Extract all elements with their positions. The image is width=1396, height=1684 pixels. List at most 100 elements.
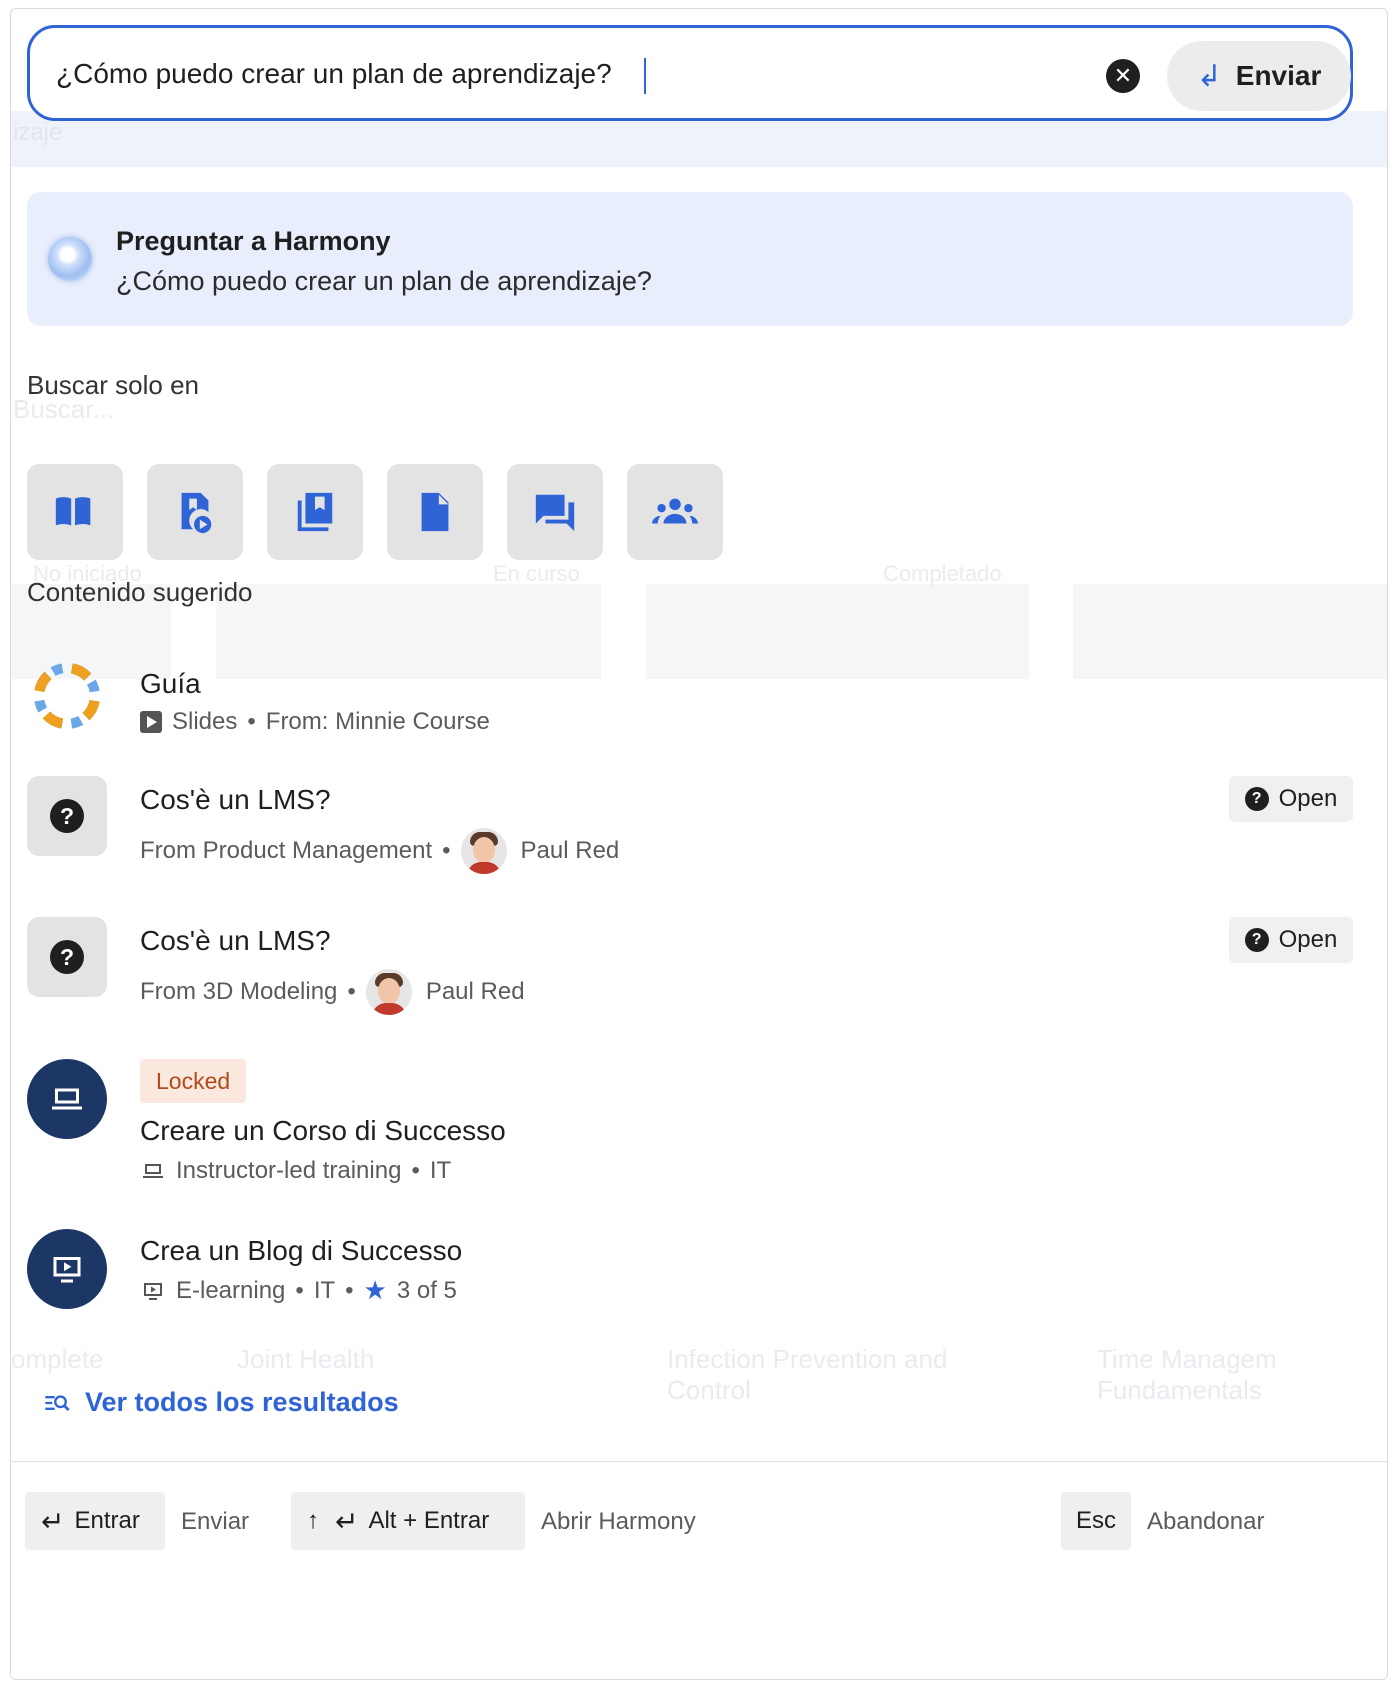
item-type: Instructor-led training (176, 1157, 402, 1184)
filter-library-button[interactable] (267, 464, 363, 560)
clear-search-button[interactable]: ✕ (1106, 59, 1140, 93)
item-source: From 3D Modeling (140, 978, 338, 1005)
item-language: IT (429, 1157, 452, 1184)
filter-bar (27, 464, 723, 560)
suggested-section-label: Contenido sugerido (27, 577, 253, 607)
background-title: izaje (13, 119, 63, 146)
search-list-icon (45, 1394, 70, 1411)
item-meta: Instructor-led training • IT (140, 1157, 451, 1185)
laptop-icon (52, 1088, 82, 1110)
background-card-title: Joint Health (237, 1344, 375, 1374)
arrow-up-icon: ↑ (307, 1507, 319, 1534)
item-author: Paul Red (520, 837, 620, 864)
ask-harmony-query: ¿Cómo puedo crear un plan de aprendizaje… (116, 266, 652, 296)
list-item[interactable]: Guía Slides • From: Minnie Course (27, 656, 1353, 736)
item-meta: Slides • From: Minnie Course (140, 708, 490, 736)
alt-enter-hint-label: Abrir Harmony (541, 1508, 696, 1535)
list-item[interactable]: Locked Creare un Corso di Successo Instr… (27, 1059, 1353, 1189)
separator: • (345, 1276, 354, 1304)
item-meta: E-learning • IT • ★ 3 of 5 (140, 1275, 457, 1306)
item-language: IT (313, 1276, 336, 1304)
alt-enter-key-hint: ↑ ↵ Alt + Entrar (291, 1492, 525, 1550)
question-icon: ? (50, 940, 84, 974)
video-file-icon (181, 492, 212, 534)
list-item[interactable]: Crea un Blog di Successo E-learning • IT… (27, 1229, 1353, 1309)
locked-badge: Locked (140, 1059, 247, 1103)
alt-enter-key-label: Alt + Entrar (368, 1507, 490, 1534)
separator: • (347, 978, 356, 1005)
question-icon: ? (1244, 928, 1269, 952)
see-all-label: Ver todos los resultados (85, 1387, 399, 1417)
search-bar: ✕ ↲ Enviar (27, 25, 1353, 121)
item-source: From Product Management (140, 837, 433, 864)
search-input[interactable] (54, 46, 1058, 102)
filter-courses-button[interactable] (27, 464, 123, 560)
item-title: Creare un Corso di Successo (140, 1115, 506, 1146)
puzzle-ring-thumbnail (27, 656, 107, 736)
item-rating: 3 of 5 (396, 1276, 457, 1304)
send-button[interactable]: ↲ Enviar (1167, 41, 1351, 111)
list-item[interactable]: ? Cos'è un LMS? From 3D Modeling • Paul … (27, 917, 1353, 1015)
item-title: Cos'è un LMS? (140, 925, 331, 956)
esc-key-label: Esc (1075, 1507, 1116, 1534)
laptop-icon (143, 1164, 163, 1178)
filter-videos-button[interactable] (147, 464, 243, 560)
ask-harmony-title: Preguntar a Harmony (116, 226, 391, 256)
question-thumbnail: ? (27, 776, 107, 856)
see-all-results-link[interactable]: Ver todos los resultados (41, 1387, 399, 1418)
avatar (365, 969, 412, 1015)
filter-groups-button[interactable] (627, 464, 723, 560)
background-card-title: Infection Prevention and Control (667, 1344, 948, 1405)
screen-play-icon (53, 1257, 81, 1283)
question-icon: ? (1244, 787, 1269, 811)
item-title: Cos'è un LMS? (140, 784, 331, 815)
send-button-label: Enviar (1235, 60, 1322, 91)
filter-documents-button[interactable] (387, 464, 483, 560)
background-status: Completado (883, 561, 1002, 586)
item-meta: From Product Management • Paul Red (140, 828, 619, 874)
avatar (460, 828, 507, 874)
open-button-label: Open (1278, 785, 1338, 812)
ask-harmony-card[interactable]: Preguntar a Harmony ¿Cómo puedo crear un… (27, 192, 1353, 326)
question-thumbnail: ? (27, 917, 107, 997)
slides-icon (140, 711, 162, 733)
chat-icon (535, 494, 575, 532)
groups-icon (652, 498, 698, 524)
item-author: Paul Red (425, 978, 525, 1005)
background-status: En curso (493, 561, 580, 586)
document-icon (421, 492, 449, 532)
screen-play-icon (144, 1282, 162, 1300)
enter-arrow-icon: ↵ (335, 1505, 359, 1537)
filter-discussions-button[interactable] (507, 464, 603, 560)
keyboard-hints-footer: ↵ Entrar Enviar ↑ ↵ Alt + Entrar Abrir H… (11, 1461, 1387, 1679)
open-button[interactable]: ? Open (1229, 776, 1353, 822)
item-type: E-learning (176, 1276, 286, 1304)
esc-key-hint: Esc (1061, 1492, 1131, 1550)
enter-arrow-icon: ↵ (41, 1505, 65, 1537)
enter-arrow-icon: ↲ (1196, 59, 1222, 93)
separator: • (247, 708, 256, 735)
list-item[interactable]: ? Cos'è un LMS? From Product Management … (27, 776, 1353, 874)
question-icon: ? (50, 799, 84, 833)
enter-key-label: Entrar (74, 1507, 140, 1534)
separator: • (442, 837, 451, 864)
enter-hint-label: Enviar (181, 1508, 250, 1535)
item-title: Guía (140, 668, 201, 699)
search-overlay: izaje Buscar... No iniciado En curso Com… (10, 8, 1388, 1680)
item-meta: From 3D Modeling • Paul Red (140, 969, 525, 1015)
text-caret (644, 58, 646, 94)
background-card-title: omplete (11, 1344, 104, 1374)
separator: • (411, 1157, 420, 1184)
close-circle-icon: ✕ (1113, 63, 1133, 88)
esc-hint-label: Abandonar (1147, 1508, 1265, 1535)
open-button-label: Open (1278, 926, 1338, 953)
background-card-title: Time Managem Fundamentals (1097, 1344, 1277, 1405)
item-type: Slides (172, 708, 238, 735)
enter-key-hint: ↵ Entrar (25, 1492, 165, 1550)
ilt-thumbnail (27, 1059, 107, 1139)
elearning-thumbnail (27, 1229, 107, 1309)
open-button[interactable]: ? Open (1229, 917, 1353, 963)
item-source: From: Minnie Course (265, 708, 490, 735)
filter-section-label: Buscar solo en (27, 370, 199, 400)
harmony-orb-icon (48, 237, 92, 281)
